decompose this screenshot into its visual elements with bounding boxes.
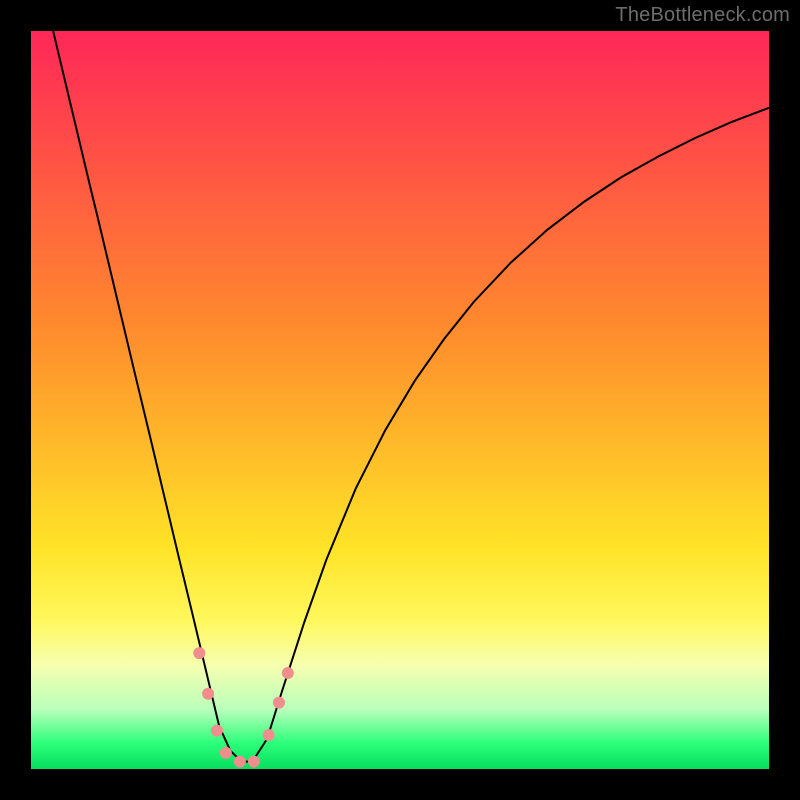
highlight-dot: [273, 697, 285, 709]
bottleneck-chart: [31, 31, 769, 769]
plot-frame: [31, 31, 769, 769]
highlight-dot: [234, 756, 246, 768]
highlight-dot: [211, 725, 223, 737]
highlight-dot: [193, 647, 205, 659]
highlight-dot: [282, 667, 294, 679]
highlight-dot: [263, 729, 275, 741]
highlight-dot: [248, 756, 260, 768]
watermark-text: TheBottleneck.com: [615, 4, 790, 27]
highlight-dot: [202, 688, 214, 700]
highlight-dot: [220, 747, 232, 759]
